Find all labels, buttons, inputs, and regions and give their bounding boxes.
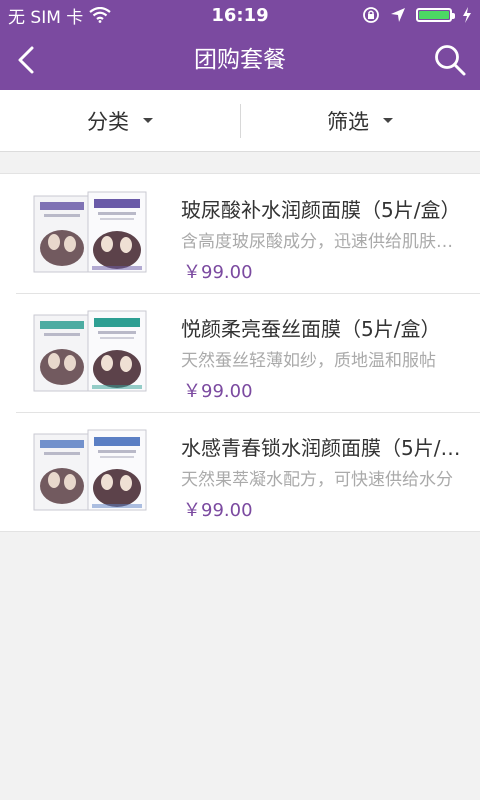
location-arrow-icon [391, 8, 405, 22]
category-dropdown[interactable]: 分类 [0, 90, 240, 151]
page-title: 团购套餐 [194, 47, 286, 73]
status-left: 无 SIM 卡 [8, 3, 111, 28]
wifi-icon [89, 7, 111, 23]
battery-icon [416, 8, 455, 22]
caret-down-icon [143, 118, 153, 123]
filter-bar: 分类 筛选 [0, 90, 480, 152]
list-item[interactable]: 玻尿酸补水润颜面膜（5片/盒） 含高度玻尿酸成分，迅速供给肌肤水分 ￥99.00 [0, 174, 480, 293]
product-price: ￥99.00 [183, 500, 253, 521]
filter-divider [240, 104, 241, 138]
product-thumbnail [33, 429, 147, 511]
rotation-lock-icon [363, 7, 379, 23]
battery-level-fill [419, 11, 449, 19]
product-thumbnail [33, 191, 147, 273]
product-description: 天然蚕丝轻薄如纱，质地温和服帖 [181, 351, 436, 371]
status-bar: 无 SIM 卡 16:19 [0, 0, 480, 30]
product-description: 天然果萃凝水配方，可快速供给水分 [181, 470, 453, 490]
caret-down-icon [383, 118, 393, 123]
product-title: 玻尿酸补水润颜面膜（5片/盒） [181, 198, 461, 222]
nav-bar: 团购套餐 [0, 30, 480, 90]
filter-dropdown[interactable]: 筛选 [240, 90, 480, 151]
product-price: ￥99.00 [183, 262, 253, 283]
product-thumbnail [33, 310, 147, 392]
status-right [362, 6, 472, 24]
product-title: 悦颜柔亮蚕丝面膜（5片/盒） [181, 317, 441, 341]
product-list: 玻尿酸补水润颜面膜（5片/盒） 含高度玻尿酸成分，迅速供给肌肤水分 ￥99.00… [0, 173, 480, 532]
search-icon[interactable] [432, 42, 468, 78]
product-title: 水感青春锁水润颜面膜（5片/盒） [181, 436, 466, 460]
filter-label: 筛选 [327, 109, 369, 134]
product-description: 含高度玻尿酸成分，迅速供给肌肤水分 [181, 232, 456, 252]
list-item[interactable]: 水感青春锁水润颜面膜（5片/盒） 天然果萃凝水配方，可快速供给水分 ￥99.00 [0, 412, 480, 531]
charging-icon [463, 7, 471, 23]
carrier-label: 无 SIM 卡 [8, 7, 84, 28]
category-label: 分类 [87, 109, 129, 134]
product-price: ￥99.00 [183, 381, 253, 402]
list-item[interactable]: 悦颜柔亮蚕丝面膜（5片/盒） 天然蚕丝轻薄如纱，质地温和服帖 ￥99.00 [0, 293, 480, 412]
